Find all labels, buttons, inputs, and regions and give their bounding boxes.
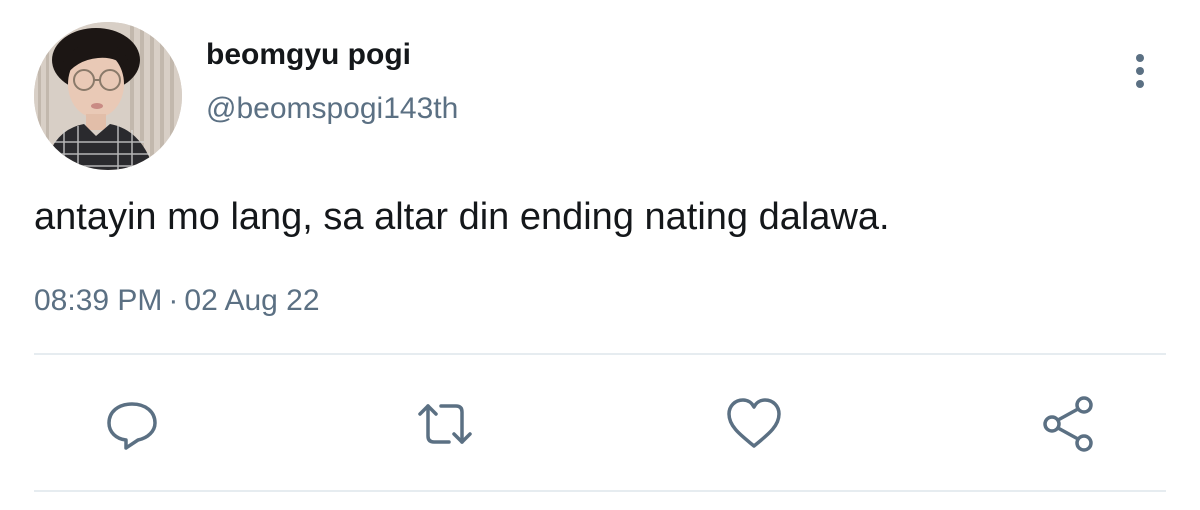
retweet-icon [418, 404, 472, 444]
share-button[interactable] [1036, 392, 1100, 456]
display-name[interactable]: beomgyu pogi [206, 38, 411, 72]
reply-button[interactable] [100, 392, 164, 456]
timestamp-separator: · [168, 284, 179, 317]
divider [34, 353, 1166, 355]
tweet-time: 08:39 PM [34, 284, 163, 317]
more-options-button[interactable] [1120, 48, 1160, 96]
action-bar [0, 392, 1200, 456]
user-handle[interactable]: @beomspogi143th [206, 92, 458, 126]
avatar[interactable] [34, 22, 182, 170]
avatar-image [34, 22, 182, 170]
tweet-date: 02 Aug 22 [184, 284, 320, 317]
tweet-timestamp[interactable]: 08:39 PM · 02 Aug 22 [34, 284, 320, 318]
like-button[interactable] [722, 392, 786, 456]
divider-bottom [34, 490, 1166, 492]
tweet-text: antayin mo lang, sa altar din ending nat… [34, 196, 890, 238]
more-vertical-icon [1136, 54, 1144, 88]
heart-icon [727, 398, 781, 448]
tweet-card: beomgyu pogi @beomspogi143th antayin mo … [0, 0, 1200, 510]
reply-icon [107, 402, 157, 450]
share-icon [1043, 396, 1093, 452]
retweet-button[interactable] [413, 392, 477, 456]
